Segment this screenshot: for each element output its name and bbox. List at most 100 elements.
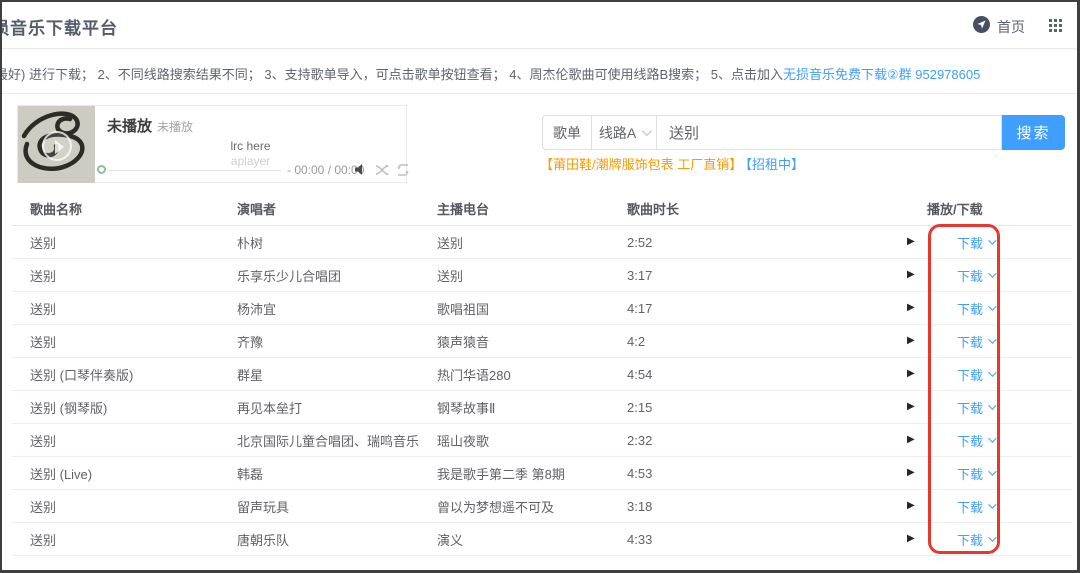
notice-text: 最好) 进行下载； 2、不同线路搜索结果不同； 3、支持歌单导入，可点击歌单按钮…: [2, 64, 980, 83]
song-table-body: 送别 朴树 送别 2:52 ▶ 下载 送别 乐享乐少儿合唱团 送别 3:17 ▶…: [12, 226, 1072, 556]
app-window: 损音乐下载平台 首页 最好) 进行下载； 2、不同线路搜索结果不同； 3、支持歌…: [0, 0, 1080, 573]
download-link-label: 下载: [957, 530, 983, 549]
row-play-button[interactable]: ▶: [907, 534, 949, 544]
duration-cell: 2:15: [627, 400, 907, 415]
song-name-cell: 送别: [30, 431, 237, 450]
chevron-down-icon: [988, 335, 996, 343]
volume-icon[interactable]: [354, 163, 368, 181]
now-playing-artist: 未播放: [157, 120, 193, 134]
artist-cell: 留声玩具: [237, 497, 437, 516]
compass-icon: [973, 16, 990, 38]
row-play-button[interactable]: ▶: [907, 369, 949, 379]
chevron-down-icon: [988, 302, 996, 310]
download-link-label: 下载: [957, 233, 983, 252]
col-artist: 演唱者: [237, 199, 437, 218]
duration-cell: 2:32: [627, 433, 907, 448]
chevron-down-icon: [988, 533, 996, 541]
download-dropdown[interactable]: 下载: [949, 464, 1072, 483]
download-dropdown[interactable]: 下载: [949, 530, 1072, 549]
download-dropdown[interactable]: 下载: [949, 266, 1072, 285]
player-play-button[interactable]: [42, 131, 72, 161]
chevron-down-icon: [988, 269, 996, 277]
progress-bar[interactable]: [109, 170, 281, 171]
duration-cell: 3:17: [627, 268, 907, 283]
download-dropdown[interactable]: 下载: [949, 497, 1072, 516]
artist-cell: 北京国际儿童合唱团、瑞鸣音乐: [237, 431, 437, 450]
search-button[interactable]: 搜索: [1002, 115, 1065, 150]
player-time: - 00:00 / 00:00: [287, 163, 364, 177]
col-play-download: 播放/下载: [907, 199, 1072, 218]
artist-cell: 唐朝乐队: [237, 530, 437, 549]
progress-handle[interactable]: [97, 165, 106, 174]
table-row: 送别 (口琴伴奏版) 群星 热门华语280 4:54 ▶ 下载: [12, 358, 1072, 391]
playlist-button[interactable]: 歌单: [542, 115, 591, 150]
row-play-button[interactable]: ▶: [907, 336, 949, 346]
artist-cell: 韩磊: [237, 464, 437, 483]
qq-group-link[interactable]: 无损音乐免费下载②群 952978605: [783, 67, 980, 82]
download-dropdown[interactable]: 下载: [949, 365, 1072, 384]
album-cell: 歌唱祖国: [437, 299, 627, 318]
table-row: 送别 齐豫 猿声猿音 4:2 ▶ 下载: [12, 325, 1072, 358]
album-cell: 曾以为梦想遥不可及: [437, 497, 627, 516]
col-radio: 主播电台: [437, 199, 627, 218]
col-duration: 歌曲时长: [627, 199, 907, 218]
download-dropdown[interactable]: 下载: [949, 299, 1072, 318]
download-link-label: 下载: [957, 464, 983, 483]
row-play-button[interactable]: ▶: [907, 468, 949, 478]
row-play-button[interactable]: ▶: [907, 303, 949, 313]
top-header: 损音乐下载平台 首页: [2, 2, 1077, 49]
download-dropdown[interactable]: 下载: [949, 332, 1072, 351]
download-dropdown[interactable]: 下载: [949, 431, 1072, 450]
artist-cell: 杨沛宜: [237, 299, 437, 318]
table-row: 送别 北京国际儿童合唱团、瑞鸣音乐 瑶山夜歌 2:32 ▶ 下载: [12, 424, 1072, 457]
table-header: 歌曲名称 演唱者 主播电台 歌曲时长 播放/下载: [12, 192, 1072, 226]
song-name-cell: 送别: [30, 332, 237, 351]
chevron-down-icon: [988, 500, 996, 508]
album-cell: 送别: [437, 233, 627, 252]
download-dropdown[interactable]: 下载: [949, 233, 1072, 252]
page-title: 损音乐下载平台: [0, 14, 118, 39]
shuffle-icon[interactable]: [375, 163, 390, 181]
notice-tips: 最好) 进行下载； 2、不同线路搜索结果不同； 3、支持歌单导入，可点击歌单按钮…: [2, 67, 783, 82]
download-dropdown[interactable]: 下载: [949, 398, 1072, 417]
loop-icon[interactable]: [396, 163, 410, 181]
album-cell: 热门华语280: [437, 365, 627, 384]
artist-cell: 齐豫: [237, 332, 437, 351]
row-play-button[interactable]: ▶: [907, 270, 949, 280]
album-cell: 送别: [437, 266, 627, 285]
artist-cell: 群星: [237, 365, 437, 384]
duration-cell: 4:54: [627, 367, 907, 382]
chevron-down-icon: [988, 401, 996, 409]
table-row: 送别 杨沛宜 歌唱祖国 4:17 ▶ 下载: [12, 292, 1072, 325]
download-link-label: 下载: [957, 431, 983, 450]
song-name-cell: 送别: [30, 299, 237, 318]
play-icon: [55, 140, 64, 154]
table-row: 送别 朴树 送别 2:52 ▶ 下载: [12, 226, 1072, 259]
now-playing-title: 未播放未播放: [107, 115, 193, 136]
row-play-button[interactable]: ▶: [907, 237, 949, 247]
row-play-button[interactable]: ▶: [907, 435, 949, 445]
table-row: 送别 留声玩具 曾以为梦想遥不可及 3:18 ▶ 下载: [12, 490, 1072, 523]
ad-link-factory[interactable]: 【莆田鞋/潮牌服饰包表 工厂直销】: [540, 154, 742, 173]
row-play-button[interactable]: ▶: [907, 501, 949, 511]
artist-cell: 朴树: [237, 233, 437, 252]
apps-grid-icon[interactable]: [1049, 19, 1062, 37]
download-link-label: 下载: [957, 332, 983, 351]
chevron-down-icon: [988, 467, 996, 475]
home-link[interactable]: 首页: [973, 16, 1025, 38]
duration-cell: 2:52: [627, 235, 907, 250]
table-row: 送别 (Live) 韩磊 我是歌手第二季 第8期 4:53 ▶ 下载: [12, 457, 1072, 490]
line-select-value: 线路A: [599, 123, 636, 143]
duration-cell: 4:17: [627, 301, 907, 316]
download-link-label: 下载: [957, 497, 983, 516]
ad-link-rent[interactable]: 【招租中】: [739, 154, 804, 173]
col-song-name: 歌曲名称: [30, 199, 237, 218]
song-name-cell: 送别 (钢琴版): [30, 398, 237, 417]
line-select[interactable]: 线路A: [591, 115, 657, 150]
search-input[interactable]: [657, 116, 1001, 149]
row-play-button[interactable]: ▶: [907, 402, 949, 412]
table-row: 送别 (钢琴版) 再见本垒打 钢琴故事Ⅱ 2:15 ▶ 下载: [12, 391, 1072, 424]
lyric-line: lrc here: [95, 139, 406, 153]
artist-cell: 乐享乐少儿合唱团: [237, 266, 437, 285]
home-label: 首页: [997, 17, 1025, 37]
